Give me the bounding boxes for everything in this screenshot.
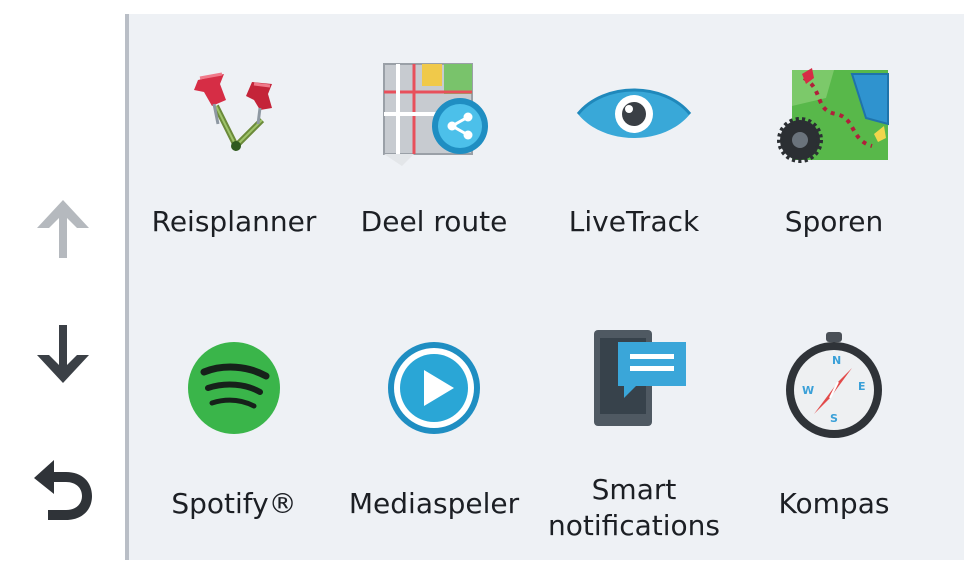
compass-icon: N W E S bbox=[786, 332, 882, 438]
app-screen: Reisplanner Deel route LiveTrack Sporen … bbox=[0, 0, 964, 560]
back-arrow-icon bbox=[34, 460, 92, 520]
arrow-up-icon bbox=[37, 200, 89, 258]
svg-text:S: S bbox=[830, 412, 838, 425]
eye-icon bbox=[576, 88, 692, 138]
smart-notifications-icon bbox=[594, 330, 686, 426]
app-tile-spotify[interactable]: Spotify® bbox=[134, 324, 334, 579]
app-label-line1: Smart bbox=[591, 473, 677, 506]
svg-text:W: W bbox=[802, 384, 814, 397]
top-margin bbox=[0, 0, 964, 14]
spotify-icon bbox=[188, 342, 280, 434]
app-label-line2: notifications bbox=[547, 509, 721, 542]
app-tile-livetrack[interactable]: LiveTrack bbox=[534, 54, 734, 309]
app-tile-kompas[interactable]: N W E S Kompas bbox=[734, 324, 934, 579]
app-tile-smart-notifications[interactable]: Smart notifications bbox=[534, 324, 734, 579]
navigation-sidebar bbox=[0, 14, 125, 560]
scroll-down-button[interactable] bbox=[18, 309, 108, 399]
app-grid: Reisplanner Deel route LiveTrack Sporen … bbox=[129, 14, 964, 560]
app-tile-sporen[interactable]: Sporen bbox=[734, 54, 934, 309]
scroll-up-button[interactable] bbox=[18, 184, 108, 274]
svg-text:E: E bbox=[858, 380, 866, 393]
app-label: LiveTrack bbox=[568, 205, 700, 238]
share-route-map-icon bbox=[383, 63, 488, 166]
arrow-down-icon bbox=[37, 325, 89, 383]
app-label: Spotify® bbox=[171, 487, 297, 520]
app-tile-mediaspeler[interactable]: Mediaspeler bbox=[334, 324, 534, 579]
app-label: Kompas bbox=[778, 487, 890, 520]
app-tile-deel-route[interactable]: Deel route bbox=[334, 54, 534, 309]
app-label: Sporen bbox=[784, 205, 884, 238]
app-tile-reisplanner[interactable]: Reisplanner bbox=[134, 54, 334, 309]
svg-text:N: N bbox=[832, 354, 841, 367]
trip-planner-pins-icon bbox=[194, 72, 272, 152]
tracks-map-icon bbox=[777, 68, 889, 163]
app-label: Deel route bbox=[360, 205, 508, 238]
media-player-icon bbox=[388, 342, 480, 434]
back-button[interactable] bbox=[18, 444, 108, 534]
app-label: Reisplanner bbox=[151, 205, 317, 238]
app-label: Mediaspeler bbox=[348, 487, 520, 520]
